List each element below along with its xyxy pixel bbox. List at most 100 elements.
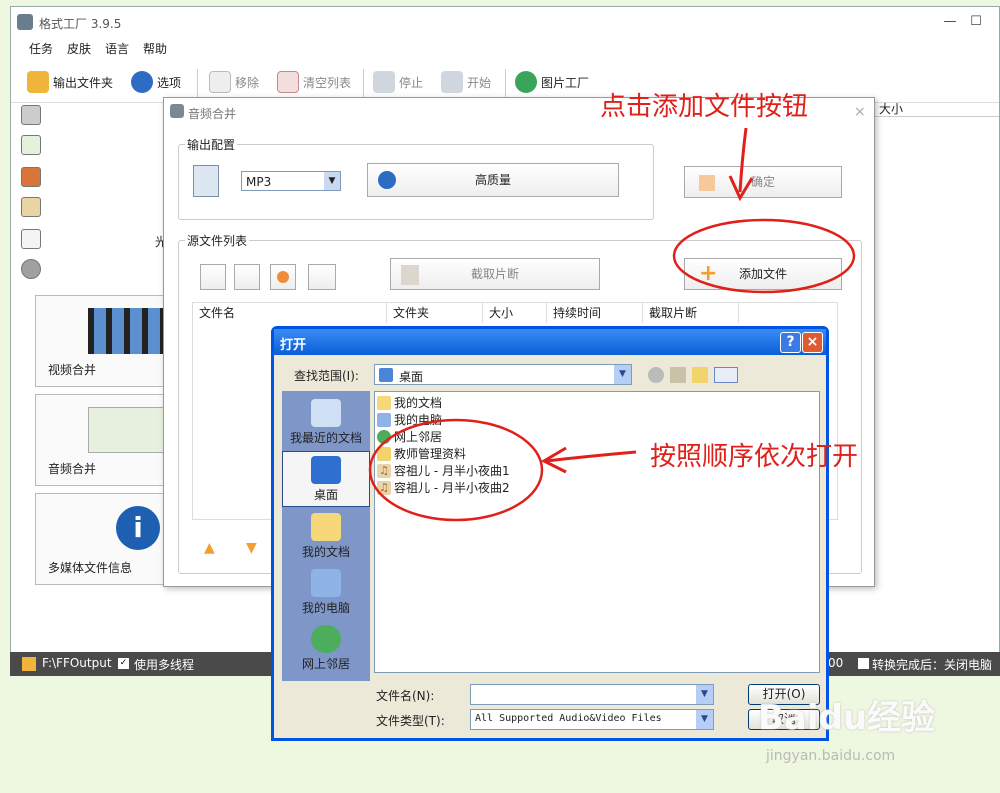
options-button[interactable]: 选项 — [131, 67, 181, 97]
format-select[interactable]: MP3 ▼ — [241, 171, 341, 191]
source-list-label: 源文件列表 — [185, 232, 250, 249]
add-file-hint-annotation: 点击添加文件按钮 — [600, 92, 809, 122]
file-name: 容祖儿 - 月半小夜曲1 — [394, 464, 510, 478]
chevron-down-icon[interactable]: ▼ — [324, 172, 340, 190]
optical-drive-icon[interactable] — [21, 229, 41, 249]
column-header-folder[interactable]: 文件夹 — [387, 303, 483, 323]
place-my-computer[interactable]: 我的电脑 — [282, 565, 370, 621]
list-item[interactable]: ♫ 容祖儿 - 月半小夜曲2 — [377, 479, 510, 496]
cut-clip-button[interactable]: 截取片断 — [390, 258, 600, 290]
clear-list-button[interactable]: 清空列表 — [277, 67, 351, 97]
column-header-duration[interactable]: 持续时间 — [547, 303, 643, 323]
picture-factory-icon — [515, 71, 537, 93]
view-menu-icon[interactable] — [714, 367, 738, 383]
picture-category-icon[interactable] — [21, 167, 41, 187]
play-icon[interactable] — [270, 264, 296, 290]
menu-bar: 任务 皮肤 语言 帮助 — [11, 37, 999, 61]
minimize-button[interactable]: — — [937, 12, 963, 32]
confirm-button[interactable]: 确定 — [684, 166, 842, 198]
my-computer-small-icon — [377, 412, 391, 427]
look-in-select[interactable]: 桌面 ▼ — [374, 364, 632, 385]
file-name: 我的电脑 — [394, 413, 443, 427]
maximize-button[interactable]: ☐ — [963, 12, 989, 32]
quality-gear-icon — [378, 171, 396, 189]
help-button[interactable]: ? — [780, 332, 801, 353]
place-my-documents-label: 我的文档 — [301, 545, 350, 559]
place-recent-documents[interactable]: 我最近的文档 — [282, 395, 370, 451]
list-item[interactable]: 我的电脑 — [377, 411, 442, 428]
close-icon[interactable]: × — [854, 104, 866, 120]
audio-category-icon[interactable] — [21, 135, 41, 155]
clear-list-label: 清空列表 — [303, 75, 352, 90]
open-file-dialog: 打开 ? × 查找范围(I): 桌面 ▼ 我最近的文档 桌面 我的文档 我的电脑 — [271, 326, 829, 741]
film-strip-icon — [88, 308, 168, 354]
picture-factory-button[interactable]: 图片工厂 — [515, 67, 589, 97]
multithread-checkbox[interactable]: ✓ — [118, 658, 129, 669]
filename-input[interactable]: ▼ — [470, 684, 714, 705]
list-item[interactable]: ♫ 容祖儿 - 月半小夜曲1 — [377, 462, 510, 479]
remove-button[interactable]: 移除 — [209, 67, 259, 97]
look-in-label: 查找范围(I): — [294, 369, 359, 383]
toolbar-separator — [197, 69, 198, 97]
new-folder-icon[interactable] — [692, 367, 708, 383]
menu-skin[interactable]: 皮肤 — [67, 40, 91, 57]
shutdown-checkbox[interactable] — [858, 658, 869, 669]
file-name: 网上邻居 — [394, 430, 443, 444]
column-header-size[interactable]: 大小 — [483, 303, 547, 323]
column-header-filename[interactable]: 文件名 — [193, 303, 387, 323]
start-button[interactable]: 开始 — [441, 67, 491, 97]
quality-label: 高质量 — [474, 173, 511, 187]
desktop-icon — [311, 456, 341, 484]
size-column-header: 大小 — [879, 102, 904, 116]
move-up-icon[interactable]: ▲ — [204, 540, 215, 556]
file-name: 我的文档 — [394, 396, 443, 410]
place-network[interactable]: 网上邻居 — [282, 621, 370, 677]
list-item[interactable]: 网上邻居 — [377, 428, 442, 445]
stop-button[interactable]: 停止 — [373, 67, 423, 97]
video-category-icon[interactable] — [21, 105, 41, 125]
add-file-button[interactable]: + 添加文件 — [684, 258, 842, 290]
mp3-file-icon — [193, 165, 219, 197]
place-desktop[interactable]: 桌面 — [282, 451, 370, 507]
confirm-arrow-icon — [699, 175, 715, 191]
column-header-cut-clip[interactable]: 截取片断 — [643, 303, 739, 323]
video-merge-card[interactable]: 视频合并 — [35, 295, 168, 387]
list-item[interactable]: 教师管理资料 — [377, 445, 466, 462]
filename-label: 文件名(N): — [376, 689, 435, 703]
menu-language[interactable]: 语言 — [105, 40, 129, 57]
remove-doc-icon[interactable] — [234, 264, 260, 290]
add-doc-icon[interactable] — [200, 264, 226, 290]
menu-help[interactable]: 帮助 — [143, 40, 167, 57]
list-item[interactable]: 我的文档 — [377, 394, 442, 411]
cut-clip-label: 截取片断 — [470, 267, 519, 281]
place-network-label: 网上邻居 — [301, 657, 350, 671]
menu-task[interactable]: 任务 — [29, 40, 53, 57]
network-small-icon — [377, 429, 391, 444]
info-list-icon[interactable] — [308, 264, 336, 290]
output-path[interactable]: F:\FFOutput — [42, 656, 112, 670]
audio-merge-card[interactable]: 音频合并 — [35, 394, 168, 486]
options-label: 选项 — [157, 75, 182, 90]
app-title: 格式工厂 3.9.5 — [39, 17, 122, 31]
options-gear-icon — [131, 71, 153, 93]
filetype-value: All Supported Audio&Video Files — [475, 713, 662, 724]
document-category-icon[interactable] — [21, 197, 41, 217]
filetype-select[interactable]: All Supported Audio&Video Files ▼ — [470, 709, 714, 730]
remove-label: 移除 — [235, 75, 260, 90]
output-folder-status-icon[interactable] — [22, 657, 36, 671]
info-icon: i — [116, 506, 160, 550]
chevron-down-icon[interactable]: ▼ — [696, 685, 713, 704]
filetype-label: 文件类型(T): — [376, 714, 445, 728]
up-folder-icon[interactable] — [670, 367, 686, 383]
close-button[interactable]: × — [802, 332, 823, 353]
move-down-icon[interactable]: ▼ — [246, 540, 257, 556]
chevron-down-icon[interactable]: ▼ — [614, 365, 631, 384]
utilities-reel-icon[interactable] — [21, 259, 41, 279]
remove-doc-icon — [209, 71, 231, 93]
media-info-card[interactable]: i 多媒体文件信息 — [35, 493, 167, 585]
chevron-down-icon[interactable]: ▼ — [696, 710, 713, 729]
back-icon[interactable] — [648, 367, 664, 383]
output-folder-button[interactable]: 输出文件夹 — [27, 67, 113, 97]
place-my-documents[interactable]: 我的文档 — [282, 509, 370, 565]
quality-button[interactable]: 高质量 — [367, 163, 619, 197]
